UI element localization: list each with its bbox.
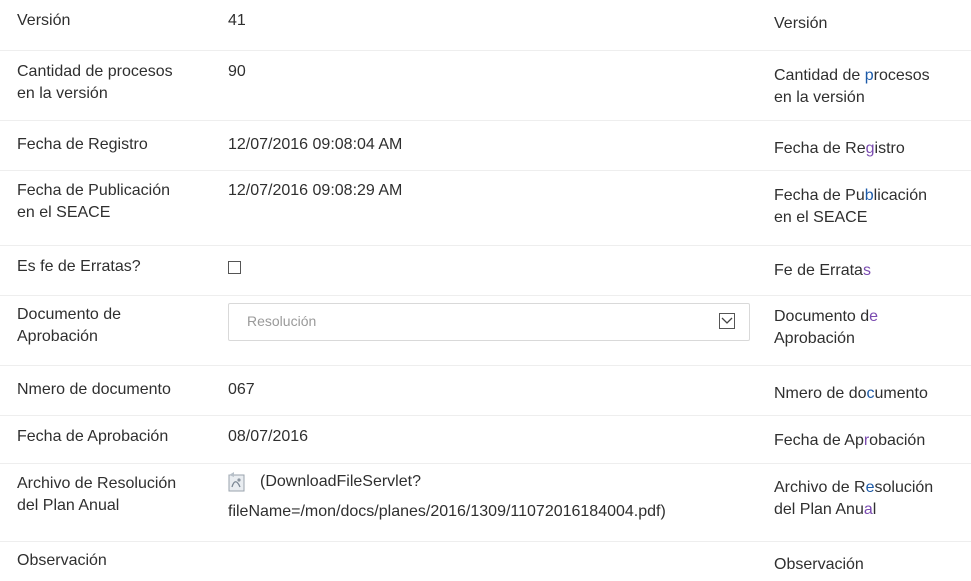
rl-accent: b <box>864 187 874 204</box>
approval-document-label: Documento de Aprobación <box>17 304 209 348</box>
rl-pre: Cantidad de <box>774 67 865 84</box>
row-document-number: Nmero de documento 067 Nmero de document… <box>0 365 971 416</box>
resolution-file-label-right-line1: Archivo de Resolución <box>774 477 969 499</box>
registration-date-label: Fecha de Registro <box>17 136 148 153</box>
rl-accent: e <box>865 479 875 496</box>
rl-pre: Fecha de Ap <box>774 432 864 449</box>
row-observation: Observación Observación <box>0 541 971 581</box>
rl-post: licación <box>873 187 927 204</box>
rl-post: umento <box>874 385 928 402</box>
rl-pre: Documento d <box>774 308 870 325</box>
observation-label: Observación <box>17 552 107 569</box>
process-count-label: Cantidad de procesos en la versión <box>17 61 209 105</box>
row-approval-document: Documento de Aprobación Resolución Docum… <box>0 295 971 366</box>
publication-date-label-right: Fecha de Publicación en el SEACE <box>774 185 969 229</box>
approval-document-label-right-line1: Documento de <box>774 306 969 328</box>
errata-checkbox[interactable] <box>228 261 241 274</box>
rl-pre: Nmero de do <box>774 385 867 402</box>
approval-document-label-right-line2: Aprobación <box>774 330 855 347</box>
rl-accent: g <box>865 140 875 157</box>
approval-document-label-right: Documento de Aprobación <box>774 306 969 350</box>
approval-date-value: 08/07/2016 <box>228 428 309 445</box>
approval-document-label-line1: Documento de <box>17 306 122 323</box>
publication-date-value: 12/07/2016 09:08:29 AM <box>228 182 403 199</box>
row-registration-date: Fecha de Registro 12/07/2016 09:08:04 AM… <box>0 120 971 171</box>
rl-accent: e <box>869 308 879 325</box>
resolution-file-label: Archivo de Resolución del Plan Anual <box>17 473 209 517</box>
document-number-label-right: Nmero de documento <box>774 383 969 405</box>
rl-post: obación <box>869 432 926 449</box>
publication-date-label-right-line2: en el SEACE <box>774 209 868 226</box>
process-count-label-right-line2: en la versión <box>774 89 865 106</box>
rl-pre: del Plan Anu <box>774 501 864 518</box>
approval-date-label: Fecha de Aprobación <box>17 428 169 445</box>
rl-post: l <box>872 501 877 518</box>
rl-pre: Archivo de R <box>774 479 866 496</box>
rl-accent: c <box>866 385 875 402</box>
publication-date-label-line2: en el SEACE <box>17 204 111 221</box>
row-approval-date: Fecha de Aprobación 08/07/2016 Fecha de … <box>0 415 971 464</box>
rl-accent: p <box>864 67 874 84</box>
resolution-file-label-line1: Archivo de Resolución <box>17 475 177 492</box>
document-number-value: 067 <box>228 381 255 398</box>
approval-document-select-value: Resolución <box>247 313 317 329</box>
pdf-file-icon[interactable] <box>228 472 245 492</box>
row-version: Versión 41 Versión <box>0 0 971 51</box>
process-count-label-line1: Cantidad de procesos <box>17 63 173 80</box>
rl-post: rocesos <box>873 67 930 84</box>
version-value: 41 <box>228 12 246 29</box>
errata-label-right: Fe de Erratas <box>774 260 969 282</box>
rl-post: istro <box>874 140 905 157</box>
rl-post: solución <box>874 479 934 496</box>
row-resolution-file: Archivo de Resolución del Plan Anual (Do… <box>0 463 971 542</box>
row-process-count: Cantidad de procesos en la versión 90 Ca… <box>0 50 971 121</box>
publication-date-label-right-line1: Fecha de Publicación <box>774 185 969 207</box>
resolution-file-label-right-line2: del Plan Anual <box>774 499 969 521</box>
process-count-label-line2: en la versión <box>17 85 108 102</box>
publication-date-label-line1: Fecha de Publicación <box>17 182 170 199</box>
version-label-right: Versión <box>774 15 828 32</box>
chevron-down-icon[interactable] <box>719 313 735 329</box>
rl-accent: s <box>862 262 871 279</box>
approval-document-select[interactable]: Resolución <box>228 303 750 341</box>
rl-pre: Fecha de Re <box>774 140 866 157</box>
resolution-file-label-line2: del Plan Anual <box>17 497 120 514</box>
process-count-label-right-line1: Cantidad de procesos <box>774 65 969 87</box>
registration-date-value: 12/07/2016 09:08:04 AM <box>228 136 403 153</box>
publication-date-label: Fecha de Publicación en el SEACE <box>17 180 209 224</box>
approval-document-label-line2: Aprobación <box>17 328 98 345</box>
document-number-label: Nmero de documento <box>17 381 171 398</box>
version-label: Versión <box>17 12 71 29</box>
resolution-file-link-line2[interactable]: fileName=/mon/docs/planes/2016/1309/1107… <box>228 503 666 521</box>
rl-pre: Fecha de Pu <box>774 187 865 204</box>
observation-label-right: Observación <box>774 556 864 573</box>
rl-accent: a <box>863 501 873 518</box>
row-publication-date: Fecha de Publicación en el SEACE 12/07/2… <box>0 170 971 246</box>
resolution-file-link-line1[interactable]: (DownloadFileServlet? <box>260 473 421 491</box>
resolution-file-label-right: Archivo de Resolución del Plan Anual <box>774 477 969 521</box>
rl-pre: Fe de Errata <box>774 262 863 279</box>
process-count-value: 90 <box>228 63 246 80</box>
registration-date-label-right: Fecha de Registro <box>774 138 969 160</box>
approval-date-label-right: Fecha de Aprobación <box>774 430 969 452</box>
errata-label: Es fe de Erratas? <box>17 258 141 275</box>
process-count-label-right: Cantidad de procesos en la versión <box>774 65 969 109</box>
row-errata: Es fe de Erratas? Fe de Erratas <box>0 245 971 296</box>
